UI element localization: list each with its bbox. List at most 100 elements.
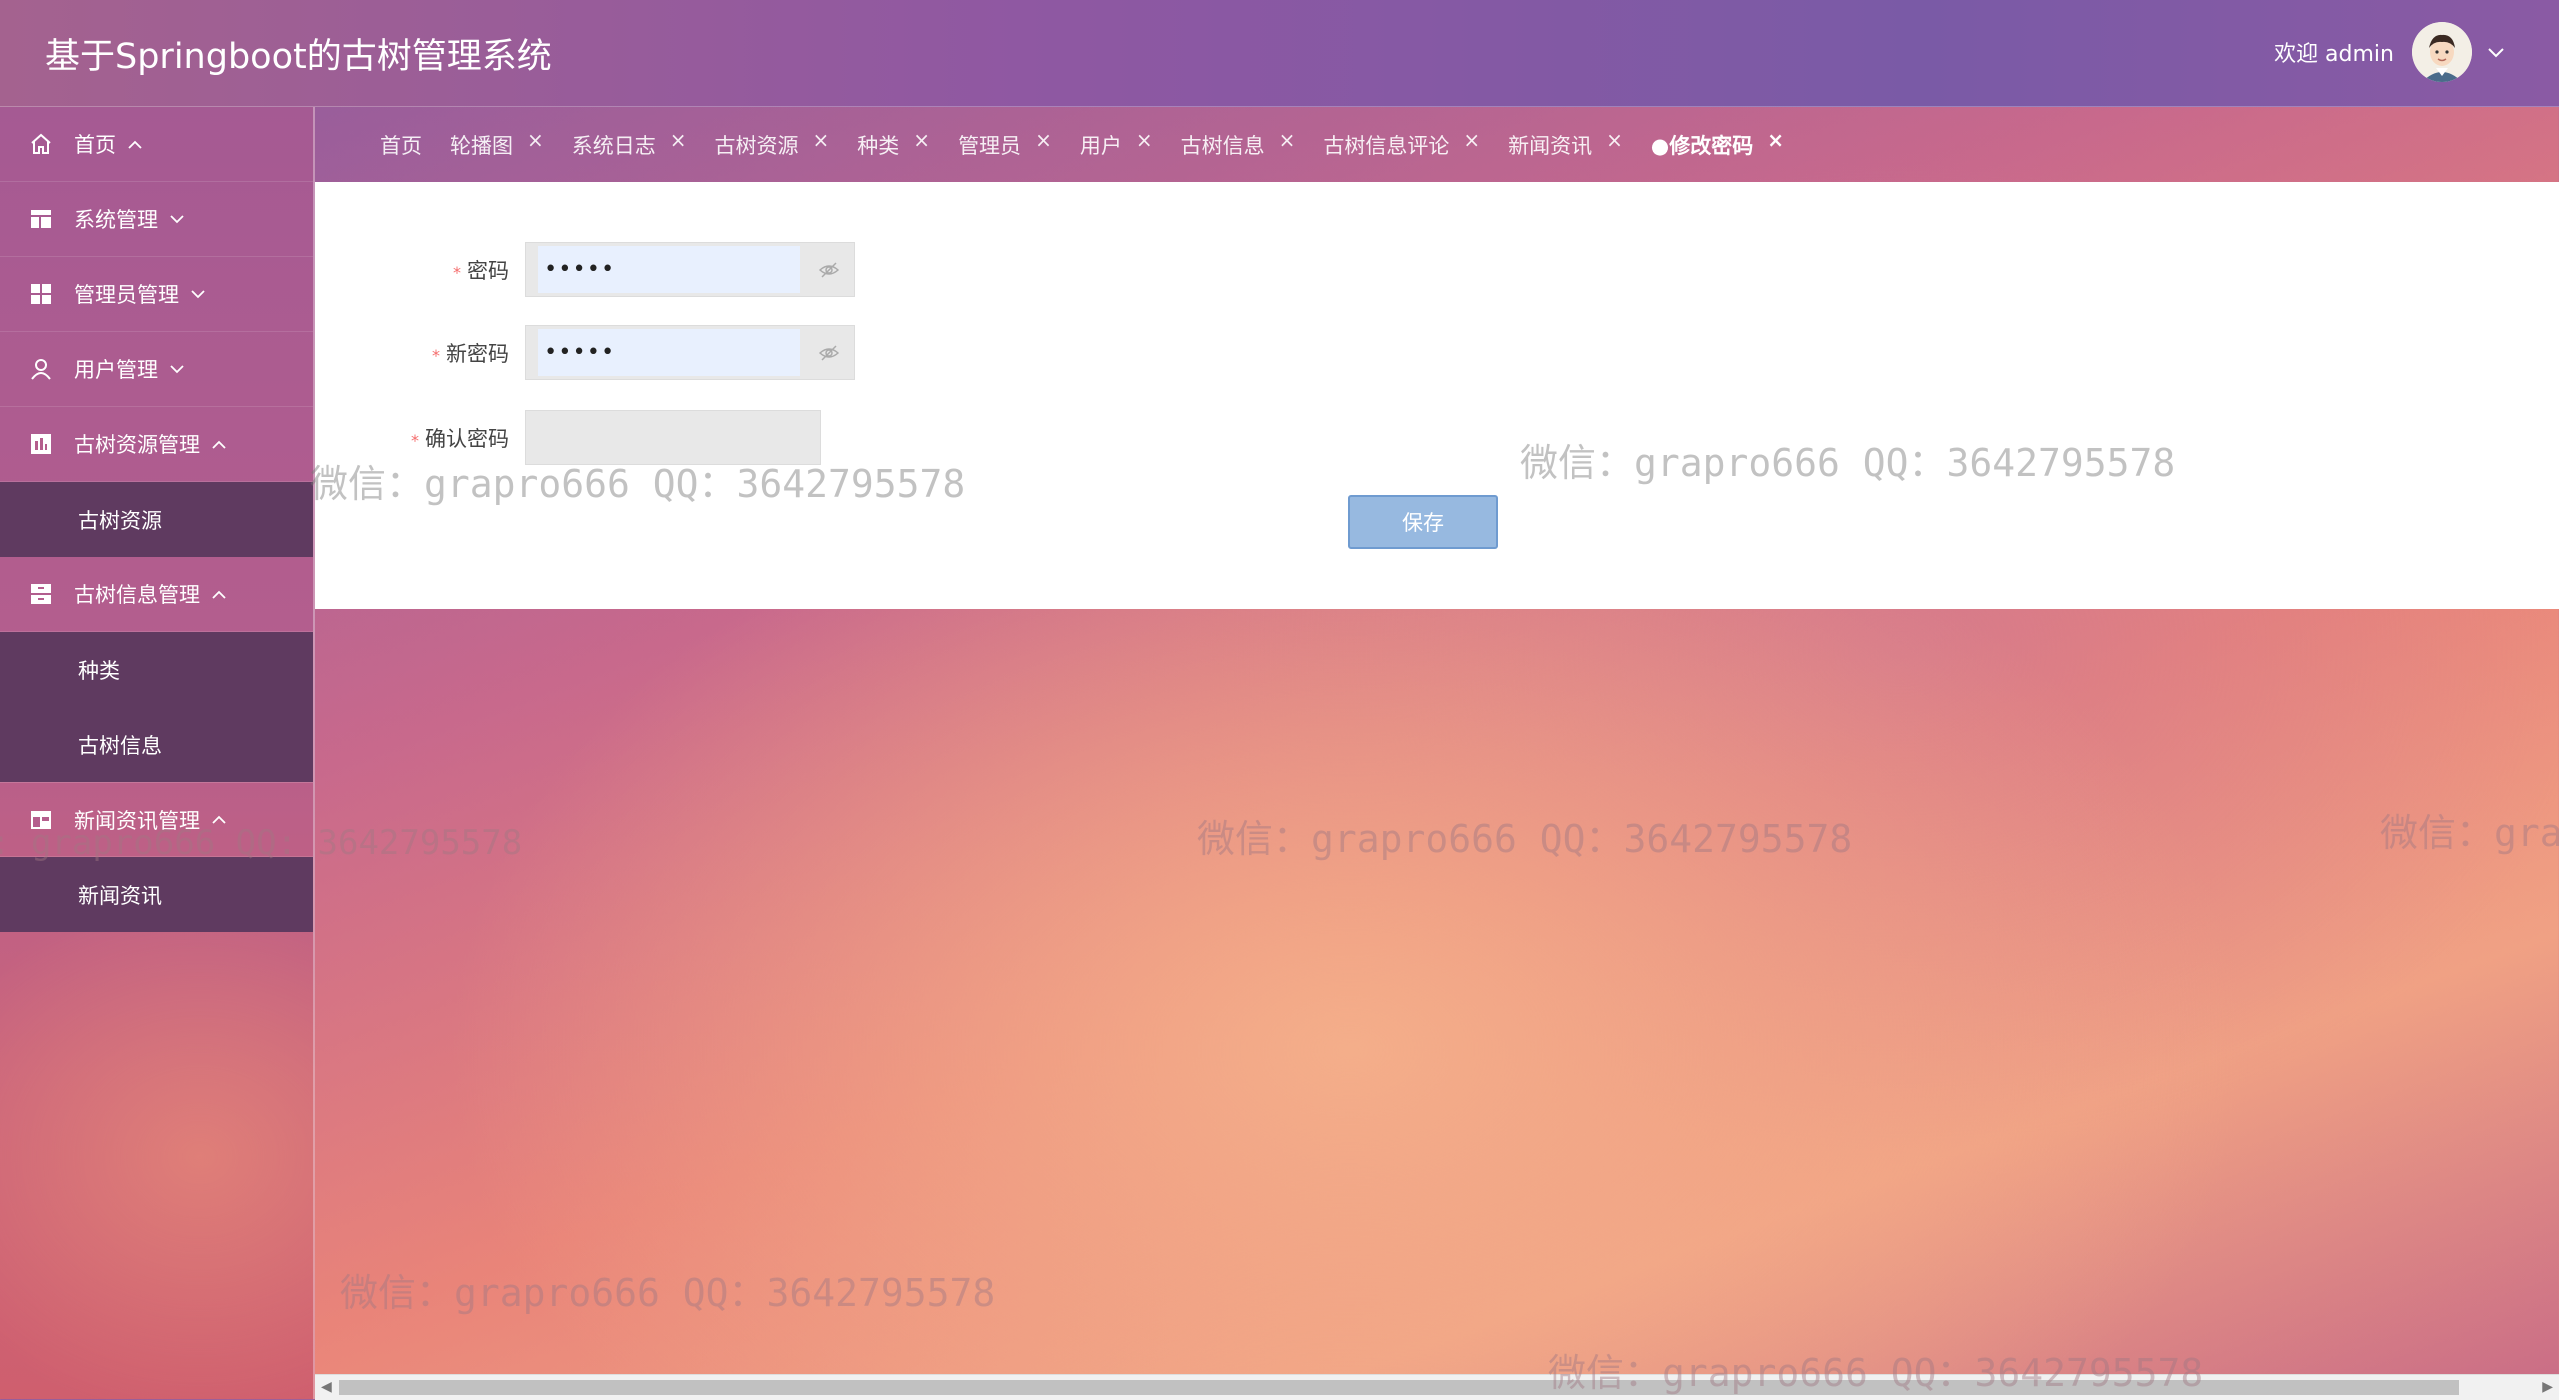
sidebar-item-label: 新闻资讯管理 (74, 808, 200, 833)
tab-users[interactable]: 用户 × (1080, 128, 1153, 160)
sidebar-item-label: 首页 (74, 133, 116, 157)
confirm-password-field (525, 410, 821, 465)
avatar[interactable] (2412, 22, 2472, 82)
password-label: * 密码 (315, 255, 525, 285)
tab-label: 新闻资讯 (1508, 133, 1593, 158)
chevron-down-icon[interactable] (2488, 43, 2504, 62)
sidebar-subitem-tree-info[interactable]: 古树信息 (0, 707, 313, 782)
sidebar: 首页 系统管理 管理员管理 用户管理 古树资源管理 古树资源 古树信息管理 种类… (0, 107, 315, 1399)
close-icon[interactable]: × (1767, 128, 1784, 152)
change-password-panel: * 密码 * 新密码 * 确认密码 保存 (315, 182, 2559, 609)
sidebar-item-home[interactable]: 首页 (0, 107, 313, 182)
watermark: 微信：gra (2380, 811, 2559, 855)
new-password-label: * 新密码 (315, 338, 525, 368)
window-icon (28, 807, 54, 833)
required-mark: * (432, 345, 440, 365)
close-icon[interactable]: × (1136, 128, 1153, 152)
close-icon[interactable]: × (1035, 128, 1052, 152)
sidebar-item-tree-resource[interactable]: 古树资源管理 (0, 407, 313, 482)
sidebar-item-label: 系统管理 (74, 208, 158, 232)
confirm-password-input[interactable] (538, 414, 800, 461)
new-password-row: * 新密码 (315, 325, 855, 380)
tab-label: ●修改密码 (1650, 133, 1754, 158)
table-icon (28, 206, 54, 232)
top-header: 基于Springboot的古树管理系统 欢迎 admin (0, 0, 2559, 107)
chevron-down-icon (170, 214, 184, 224)
required-mark: * (411, 430, 419, 450)
sidebar-item-system[interactable]: 系统管理 (0, 182, 313, 257)
confirm-password-label: * 确认密码 (315, 423, 525, 453)
tab-label: 管理员 (958, 133, 1022, 158)
sidebar-item-admin[interactable]: 管理员管理 (0, 257, 313, 332)
label-text: 密码 (467, 258, 509, 283)
chevron-down-icon (170, 364, 184, 374)
chevron-up-icon (212, 590, 226, 599)
tab-admin[interactable]: 管理员 × (958, 128, 1052, 160)
watermark: 微信：grapro666 QQ：3642795578 (1197, 817, 1853, 861)
scrollbar-thumb[interactable] (339, 1380, 2459, 1395)
tab-change-password[interactable]: ●修改密码 × (1650, 128, 1784, 160)
confirm-password-row: * 确认密码 (315, 410, 821, 465)
close-icon[interactable]: × (527, 128, 544, 152)
required-mark: * (453, 262, 461, 282)
tab-carousel[interactable]: 轮播图 × (450, 128, 544, 160)
new-password-input[interactable] (538, 329, 800, 376)
tab-tree-comments[interactable]: 古树信息评论 × (1323, 128, 1480, 160)
grid-icon (28, 281, 54, 307)
app-title: 基于Springboot的古树管理系统 (45, 37, 552, 77)
scroll-right-icon[interactable]: ▶ (2542, 1379, 2553, 1395)
tab-label: 系统日志 (571, 133, 656, 158)
close-icon[interactable]: × (813, 128, 830, 152)
sidebar-subitem-tree-resource[interactable]: 古树资源 (0, 482, 313, 557)
tab-tree-resource[interactable]: 古树资源 × (714, 128, 830, 160)
sidebar-item-news[interactable]: 新闻资讯管理 (0, 782, 313, 857)
close-icon[interactable]: × (1463, 128, 1480, 152)
tab-label: 首页 (380, 133, 422, 158)
sidebar-item-tree-info[interactable]: 古树信息管理 (0, 557, 313, 632)
tab-bar: 首页 轮播图 × 系统日志 × 古树资源 × 种类 × 管理员 × 用户 × 古树信息 × 古… (315, 107, 2559, 182)
sidebar-item-label: 管理员管理 (74, 283, 179, 307)
tab-system-log[interactable]: 系统日志 × (571, 128, 687, 160)
close-icon[interactable]: × (1279, 128, 1296, 152)
submenu-news: 新闻资讯 (0, 857, 313, 932)
user-icon (28, 356, 54, 382)
tab-label: 轮播图 (450, 133, 513, 158)
save-button[interactable]: 保存 (1348, 495, 1498, 549)
bar-chart-icon (28, 431, 54, 457)
sidebar-item-label: 用户管理 (74, 358, 158, 382)
welcome-text: 欢迎 admin (2274, 42, 2394, 67)
chevron-up-icon (212, 440, 226, 449)
tab-label: 古树信息 (1180, 133, 1265, 158)
horizontal-scrollbar[interactable]: ◀ ▶ (315, 1374, 2559, 1400)
close-icon[interactable]: × (913, 128, 930, 152)
sidebar-item-label: 古树资源管理 (74, 433, 200, 457)
password-row: * 密码 (315, 242, 855, 297)
sidebar-item-label: 古树信息管理 (74, 583, 200, 607)
close-icon[interactable]: × (1606, 128, 1623, 152)
tab-news[interactable]: 新闻资讯 × (1508, 128, 1623, 160)
eye-off-icon[interactable] (818, 259, 840, 285)
tab-label: 古树资源 (714, 133, 799, 158)
sidebar-subitem-species[interactable]: 种类 (0, 632, 313, 707)
watermark: 微信：grapro666 QQ：3642795578 (340, 1271, 996, 1315)
sidebar-item-users[interactable]: 用户管理 (0, 332, 313, 407)
chevron-up-icon (212, 815, 226, 824)
tab-species[interactable]: 种类 × (857, 128, 930, 160)
password-input[interactable] (538, 246, 800, 293)
password-field (525, 242, 855, 297)
eye-off-icon[interactable] (818, 342, 840, 368)
home-icon (28, 131, 54, 157)
tab-home[interactable]: 首页 (380, 130, 422, 160)
chevron-up-icon (128, 140, 142, 149)
submenu-tree-info: 种类 古树信息 (0, 632, 313, 782)
label-text: 新密码 (446, 341, 509, 366)
tab-label: 种类 (857, 133, 900, 158)
user-menu[interactable]: 欢迎 admin (2274, 22, 2504, 82)
new-password-field (525, 325, 855, 380)
tab-label: 古树信息评论 (1323, 133, 1450, 158)
chevron-down-icon (191, 289, 205, 299)
tab-tree-info[interactable]: 古树信息 × (1180, 128, 1296, 160)
close-icon[interactable]: × (670, 128, 687, 152)
sidebar-subitem-news[interactable]: 新闻资讯 (0, 857, 313, 932)
scroll-left-icon[interactable]: ◀ (321, 1379, 332, 1395)
